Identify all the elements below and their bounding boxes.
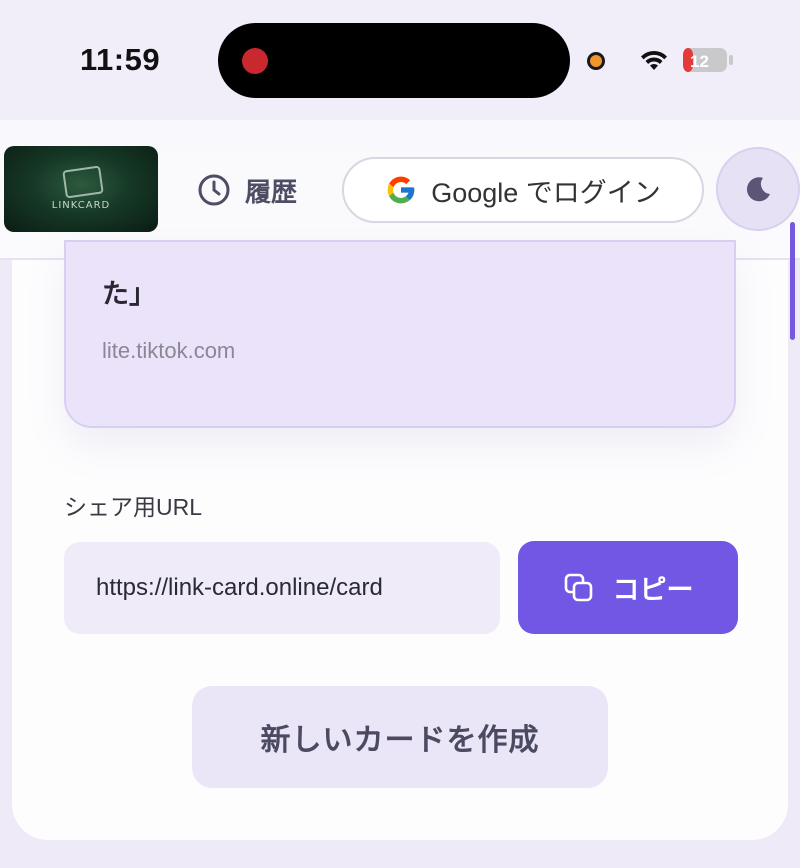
create-new-card-label: 新しいカードを作成 bbox=[260, 724, 540, 757]
history-label: 履歴 bbox=[245, 176, 298, 207]
history-link[interactable]: 履歴 bbox=[197, 170, 297, 210]
preview-domain: lite.tiktok.com bbox=[102, 338, 236, 363]
create-new-card-button[interactable]: 新しいカードを作成 bbox=[192, 686, 608, 788]
clock-icon bbox=[198, 174, 230, 206]
dark-mode-toggle[interactable] bbox=[716, 147, 800, 231]
battery-icon: 12 bbox=[683, 48, 733, 72]
google-g-icon bbox=[387, 176, 415, 204]
share-url-label: シェア用URL bbox=[64, 494, 203, 520]
google-login-button[interactable]: Google でログイン bbox=[342, 157, 704, 223]
copy-icon bbox=[564, 573, 592, 601]
moon-icon bbox=[746, 177, 770, 202]
copy-button[interactable]: コピー bbox=[518, 541, 738, 634]
wifi-icon bbox=[641, 50, 667, 70]
preview-title: た」 bbox=[102, 279, 156, 309]
share-url-field[interactable]: https://link-card.online/card bbox=[64, 542, 500, 634]
battery-level: 12 bbox=[690, 52, 709, 71]
site-logo[interactable]: LINKCARD bbox=[4, 146, 158, 232]
link-preview-card[interactable]: た」 lite.tiktok.com bbox=[64, 240, 736, 428]
share-url-value: https://link-card.online/card bbox=[96, 574, 383, 601]
copy-label: コピー bbox=[612, 575, 694, 605]
recording-indicator-icon bbox=[242, 48, 268, 74]
logo-text: LINKCARD bbox=[51, 200, 111, 211]
microphone-indicator-icon bbox=[587, 52, 605, 70]
dynamic-island bbox=[218, 23, 570, 98]
logo-image-icon bbox=[62, 165, 104, 199]
scrollbar[interactable] bbox=[790, 222, 795, 340]
status-bar: 11:59 12 bbox=[0, 0, 800, 120]
google-login-label: Google でログイン bbox=[431, 177, 661, 208]
app-header: LINKCARD 履歴 Google でログイン bbox=[0, 120, 800, 260]
status-time: 11:59 bbox=[80, 42, 161, 77]
main-panel: た」 lite.tiktok.com シェア用URL https://link-… bbox=[12, 240, 788, 840]
